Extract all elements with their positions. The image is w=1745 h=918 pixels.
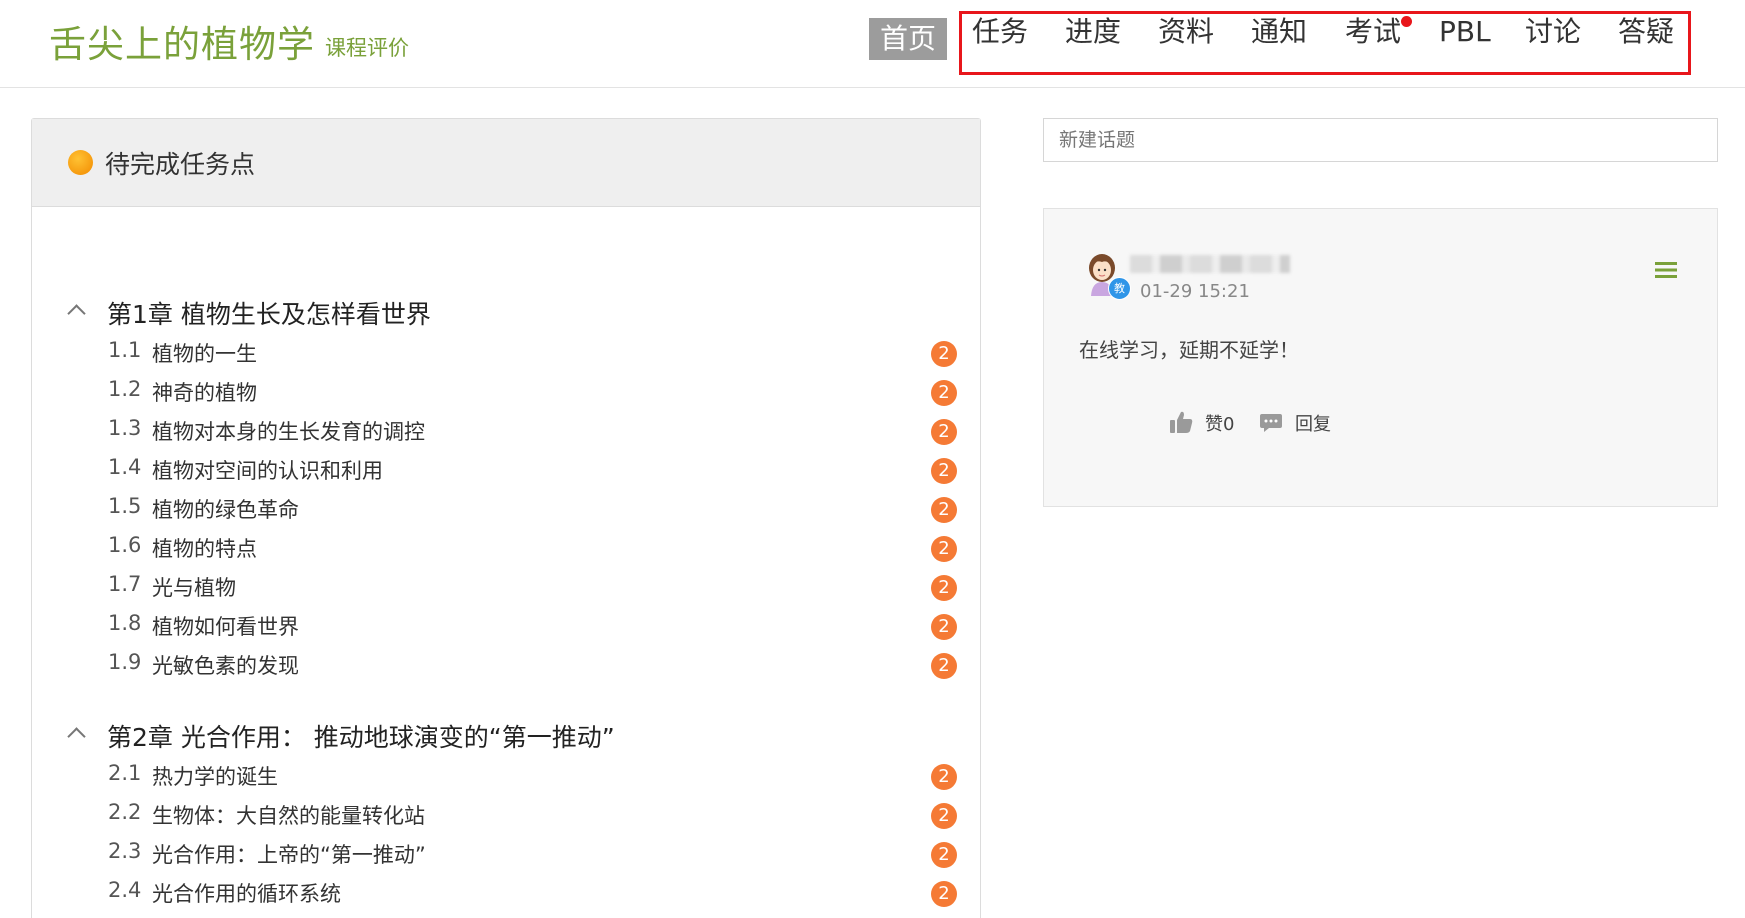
chapter-header[interactable]: 第1章 植物生长及怎样看世界 [32,297,980,333]
task-count-badge: 2 [931,419,957,445]
section-number: 1.8 [108,611,142,635]
nav-tab-progress[interactable]: 进度 [1065,12,1121,52]
status-dot-icon [68,150,93,175]
page-scrollbar[interactable] [1738,88,1745,910]
section-title[interactable]: 光敏色素的发现 [152,650,299,680]
section-number: 2.2 [108,800,142,824]
nav-tab-discussion[interactable]: 讨论 [1525,12,1581,52]
section-number: 1.4 [108,455,142,479]
section-title[interactable]: 植物的一生 [152,338,257,368]
section-title[interactable]: 热力学的诞生 [152,761,278,791]
section-row[interactable]: 2.1 热力学的诞生 2 [32,756,980,795]
username-blurred [1130,255,1290,273]
section-number: 1.7 [108,572,142,596]
section-number: 1.3 [108,416,142,440]
post-content: 在线学习，延期不延学！ [1079,338,1299,362]
section-row[interactable]: 1.6 植物的特点 2 [32,528,980,567]
section-row[interactable]: 1.2 神奇的植物 2 [32,372,980,411]
nav-tab-materials[interactable]: 资料 [1158,12,1214,52]
section-row[interactable]: 2.4 光合作用的循环系统 2 [32,873,980,912]
nav-tab-exam[interactable]: 考试 [1345,12,1401,52]
section-title[interactable]: 光与植物 [152,572,236,602]
section-number: 1.5 [108,494,142,518]
chapter-title[interactable]: 第2章 光合作用： 推动地球演变的“第一推动” [107,720,615,756]
section-row[interactable]: 2.3 光合作用：上帝的“第一推动” 2 [32,834,980,873]
section-number: 1.6 [108,533,142,557]
section-number: 1.2 [108,377,142,401]
discussion-post-card: 教 01-29 15:21 在线学习，延期不延学！ 赞0 回复 [1043,208,1718,507]
section-row[interactable]: 1.7 光与植物 2 [32,567,980,606]
section-title[interactable]: 神奇的植物 [152,377,257,407]
nav-tab-qa[interactable]: 答疑 [1618,12,1674,52]
section-number: 1.1 [108,338,142,362]
section-title[interactable]: 光合作用的循环系统 [152,878,341,908]
section-row[interactable]: 1.4 植物对空间的认识和利用 2 [32,450,980,489]
nav-tab-pbl[interactable]: PBL [1439,12,1491,52]
section-row[interactable]: 2.2 生物体：大自然的能量转化站 2 [32,795,980,834]
section-title[interactable]: 光合作用：上帝的“第一推动” [152,839,426,869]
task-count-badge: 2 [931,764,957,790]
new-topic-input[interactable] [1043,118,1718,162]
task-count-badge: 2 [931,458,957,484]
task-count-badge: 2 [931,341,957,367]
section-row[interactable]: 1.3 植物对本身的生长发育的调控 2 [32,411,980,450]
section-row[interactable]: 1.1 植物的一生 2 [32,333,980,372]
section-title[interactable]: 植物对本身的生长发育的调控 [152,416,425,446]
section-number: 1.9 [108,650,142,674]
like-button[interactable]: 赞0 [1205,410,1234,436]
top-header: 舌尖上的植物学 课程评价 首页 任务 进度 资料 通知 考试 PBL 讨论 答疑 [0,0,1745,88]
teacher-badge: 教 [1108,277,1131,300]
nav-tab-notices[interactable]: 通知 [1251,12,1307,52]
pending-tasks-panel: 待完成任务点 第1章 植物生长及怎样看世界 1.1 植物的一生 2 1.2 神奇… [31,118,981,918]
section-number: 2.1 [108,761,142,785]
thumbs-up-icon[interactable] [1168,409,1194,435]
task-count-badge: 2 [931,575,957,601]
task-count-badge: 2 [931,842,957,868]
section-title[interactable]: 植物对空间的认识和利用 [152,455,383,485]
chapter-header[interactable]: 第2章 光合作用： 推动地球演变的“第一推动” [32,720,980,756]
comment-icon[interactable] [1259,412,1283,434]
task-count-badge: 2 [931,614,957,640]
section-number: 2.3 [108,839,142,863]
section-number: 2.4 [108,878,142,902]
nav-tab-tasks[interactable]: 任务 [972,12,1028,52]
chevron-up-icon[interactable] [67,304,86,323]
course-eval-link[interactable]: 课程评价 [325,32,409,62]
course-title[interactable]: 舌尖上的植物学 [49,14,315,68]
section-row[interactable]: 1.9 光敏色素的发现 2 [32,645,980,684]
pending-tasks-title: 待完成任务点 [105,150,256,179]
chevron-up-icon[interactable] [67,727,86,746]
menu-icon[interactable] [1654,261,1678,279]
task-count-badge: 2 [931,380,957,406]
task-count-badge: 2 [931,497,957,523]
section-title[interactable]: 植物的绿色革命 [152,494,299,524]
exam-notification-dot [1401,16,1412,27]
task-count-badge: 2 [931,881,957,907]
task-count-badge: 2 [931,803,957,829]
section-title[interactable]: 植物的特点 [152,533,257,563]
section-row[interactable]: 1.5 植物的绿色革命 2 [32,489,980,528]
section-title[interactable]: 植物如何看世界 [152,611,299,641]
nav-home-tab[interactable]: 首页 [869,18,947,60]
reply-button[interactable]: 回复 [1295,410,1331,436]
task-count-badge: 2 [931,536,957,562]
task-count-badge: 2 [931,653,957,679]
post-timestamp: 01-29 15:21 [1140,281,1250,302]
section-row[interactable]: 1.8 植物如何看世界 2 [32,606,980,645]
pending-tasks-header: 待完成任务点 [32,119,980,207]
section-title[interactable]: 生物体：大自然的能量转化站 [152,800,425,830]
chapter-title[interactable]: 第1章 植物生长及怎样看世界 [107,297,431,333]
